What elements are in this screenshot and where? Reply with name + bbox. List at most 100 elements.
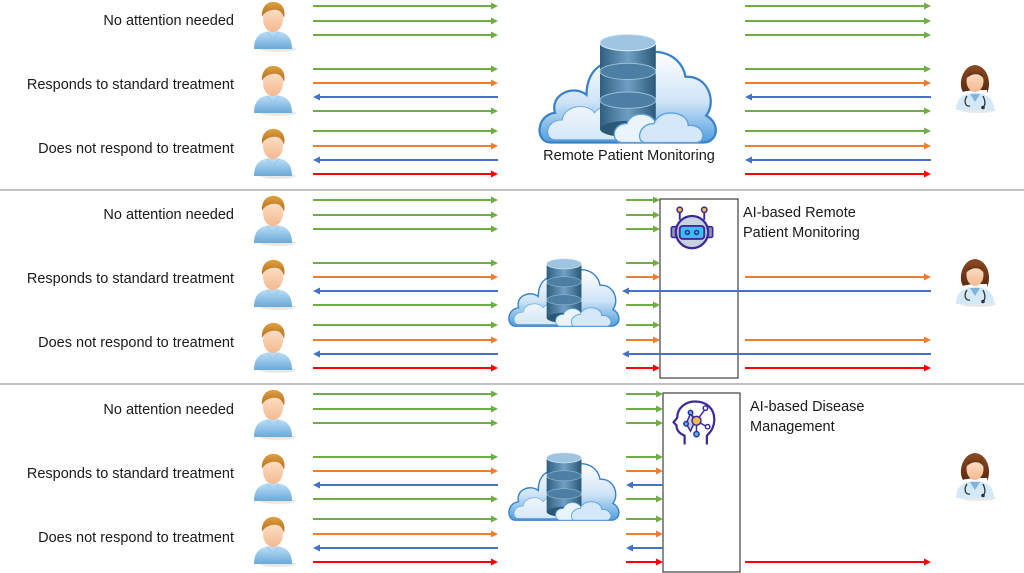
clinician-signal-arrow xyxy=(745,273,931,281)
arrow-head-right xyxy=(656,558,663,566)
ai-box-label-line1: AI-based Remote xyxy=(743,205,856,221)
arrow-head-right xyxy=(653,301,660,309)
patient-signal-arrow xyxy=(313,107,498,115)
arrow-head-right xyxy=(924,558,931,566)
arrow-head-right xyxy=(924,2,931,10)
patient-signal-arrow xyxy=(313,419,498,427)
arrow-head-right xyxy=(656,495,663,503)
ai-signal-arrow xyxy=(626,321,660,329)
arrow-head-right xyxy=(491,211,498,219)
arrow-head-right xyxy=(491,273,498,281)
ai-signal-arrow xyxy=(626,273,660,281)
clinician-signal-arrow xyxy=(745,107,931,115)
ai-signal-arrow xyxy=(626,259,660,267)
ai-signal-arrow xyxy=(626,364,660,372)
patient-signal-arrow xyxy=(313,364,498,372)
patient-group-label: Responds to standard treatment xyxy=(27,271,234,287)
patient-signal-arrow xyxy=(313,142,498,150)
ai-signal-arrow xyxy=(626,453,663,461)
arrow-head-right xyxy=(653,196,660,204)
arrow-head-right xyxy=(656,405,663,413)
patient-group-label: Responds to standard treatment xyxy=(27,466,234,482)
doctor-icon xyxy=(955,258,997,308)
arrow-head-right xyxy=(924,170,931,178)
patient-signal-arrow xyxy=(313,127,498,135)
arrow-head-right xyxy=(491,301,498,309)
doctor-icon xyxy=(955,64,997,114)
ai-signal-arrow xyxy=(626,481,663,489)
arrow-head-left xyxy=(313,287,320,295)
patient-signal-arrow xyxy=(313,530,498,538)
arrow-head-right xyxy=(491,495,498,503)
patient-icon xyxy=(253,128,297,180)
clinician-signal-arrow xyxy=(745,79,931,87)
arrow-head-right xyxy=(656,390,663,398)
patient-group-label: Does not respond to treatment xyxy=(38,141,234,157)
arrow-head-right xyxy=(653,225,660,233)
patient-signal-arrow xyxy=(313,390,498,398)
arrow-head-left xyxy=(622,287,629,295)
clinician-signal-arrow xyxy=(745,558,931,566)
arrow-head-right xyxy=(924,107,931,115)
ai-signal-arrow xyxy=(626,405,663,413)
arrow-head-right xyxy=(653,273,660,281)
arrow-head-right xyxy=(491,405,498,413)
ai-box-label-line1: AI-based Disease xyxy=(750,399,864,415)
arrow-head-right xyxy=(653,336,660,344)
patient-signal-arrow xyxy=(313,467,498,475)
arrow-head-right xyxy=(491,419,498,427)
patient-signal-arrow xyxy=(313,336,498,344)
arrow-head-right xyxy=(656,453,663,461)
patient-signal-arrow xyxy=(313,558,498,566)
patient-signal-arrow xyxy=(313,453,498,461)
patient-signal-arrow xyxy=(313,287,498,295)
arrow-head-right xyxy=(491,170,498,178)
patient-signal-arrow xyxy=(313,17,498,25)
arrow-head-right xyxy=(924,65,931,73)
arrow-head-right xyxy=(656,467,663,475)
arrow-head-right xyxy=(491,321,498,329)
ai-signal-arrow xyxy=(626,530,663,538)
arrow-head-right xyxy=(491,515,498,523)
arrow-head-left xyxy=(745,93,752,101)
ai-signal-arrow xyxy=(626,225,660,233)
arrow-head-right xyxy=(491,127,498,135)
arrow-head-right xyxy=(491,225,498,233)
arrow-head-right xyxy=(491,142,498,150)
arrow-head-right xyxy=(653,259,660,267)
hub-label: Remote Patient Monitoring xyxy=(543,148,715,164)
arrow-head-right xyxy=(656,419,663,427)
patient-group-label: Does not respond to treatment xyxy=(38,335,234,351)
arrow-head-right xyxy=(491,530,498,538)
patient-group-label: Responds to standard treatment xyxy=(27,77,234,93)
arrow-head-right xyxy=(924,364,931,372)
cloud-database-icon xyxy=(538,33,717,144)
clinician-signal-arrow xyxy=(745,2,931,10)
ai-signal-arrow xyxy=(626,390,663,398)
arrow-head-right xyxy=(491,2,498,10)
patient-signal-arrow xyxy=(313,225,498,233)
ai-box-label-line2: Patient Monitoring xyxy=(743,225,860,241)
clinician-signal-arrow xyxy=(745,142,931,150)
ai-signal-arrow xyxy=(626,515,663,523)
clinician-signal-arrow xyxy=(745,127,931,135)
patient-signal-arrow xyxy=(313,321,498,329)
ai-signal-arrow xyxy=(626,419,663,427)
ai-signal-arrow xyxy=(626,467,663,475)
ai-signal-arrow xyxy=(626,495,663,503)
arrow-head-left xyxy=(313,156,320,164)
patient-signal-arrow xyxy=(313,31,498,39)
arrow-head-right xyxy=(491,453,498,461)
arrow-head-right xyxy=(491,196,498,204)
patient-signal-arrow xyxy=(313,2,498,10)
cloud-database-icon xyxy=(508,452,620,521)
arrow-head-right xyxy=(491,107,498,115)
arrow-head-left xyxy=(626,544,633,552)
ai-signal-arrow xyxy=(626,196,660,204)
ai-signal-arrow xyxy=(626,336,660,344)
arrow-head-right xyxy=(491,336,498,344)
arrow-head-right xyxy=(924,17,931,25)
patient-signal-arrow xyxy=(313,301,498,309)
arrow-head-left xyxy=(626,481,633,489)
patient-signal-arrow xyxy=(313,156,498,164)
